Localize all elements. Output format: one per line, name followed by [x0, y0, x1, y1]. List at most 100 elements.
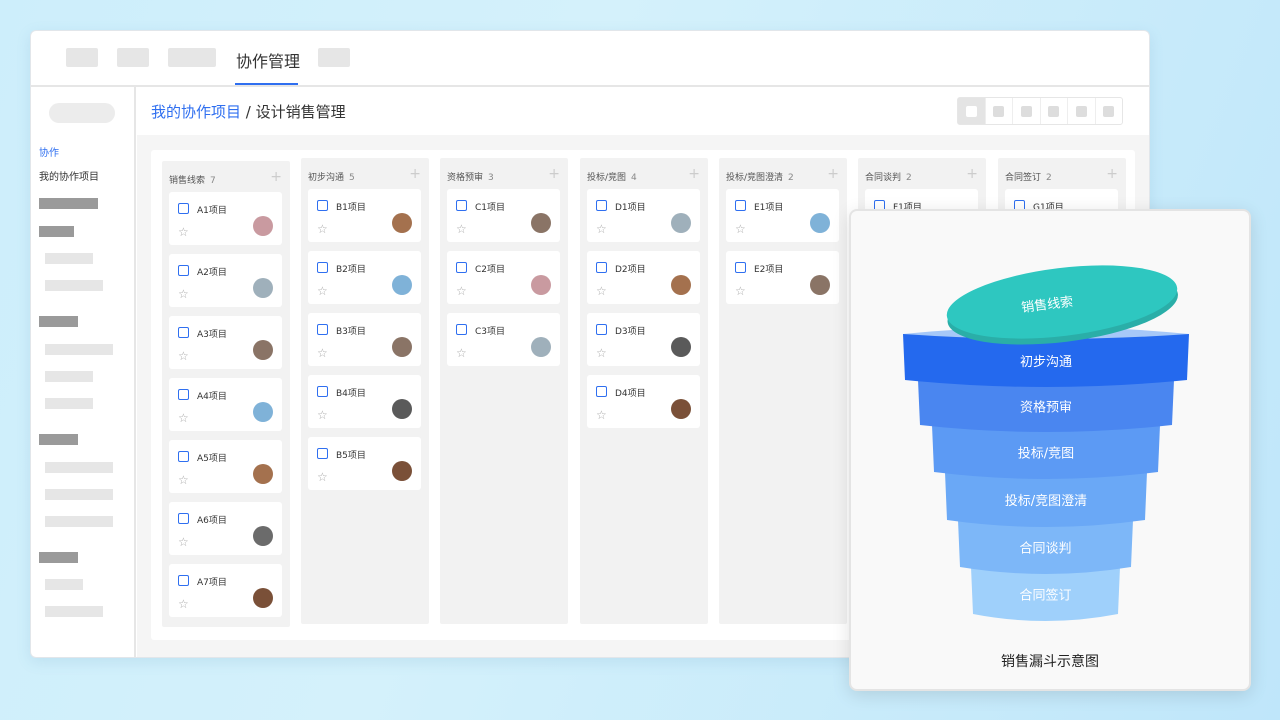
checkbox[interactable] — [178, 451, 189, 462]
view-button[interactable] — [1067, 98, 1095, 124]
star-icon[interactable]: ☆ — [456, 347, 467, 359]
breadcrumb-parent-link[interactable]: 我的协作项目 — [151, 103, 241, 121]
checkbox[interactable] — [317, 262, 328, 273]
star-icon[interactable]: ☆ — [178, 536, 189, 548]
sidebar-item-placeholder[interactable] — [45, 462, 113, 473]
add-card-icon[interactable]: + — [409, 166, 421, 182]
sidebar-group-placeholder[interactable] — [39, 198, 98, 209]
view-button[interactable] — [1012, 98, 1040, 124]
sidebar-section-collab[interactable]: 协作 — [39, 144, 59, 159]
nav-tab-collaboration[interactable]: 协作管理 — [235, 48, 301, 72]
project-card[interactable]: E1项目 ☆ — [726, 189, 839, 242]
star-icon[interactable]: ☆ — [735, 285, 746, 297]
checkbox[interactable] — [596, 324, 607, 335]
checkbox[interactable] — [178, 513, 189, 524]
project-card[interactable]: B1项目 ☆ — [308, 189, 421, 242]
sidebar-group-placeholder[interactable] — [39, 434, 78, 445]
checkbox[interactable] — [596, 386, 607, 397]
project-card[interactable]: C1项目 ☆ — [447, 189, 560, 242]
add-card-icon[interactable]: + — [827, 166, 839, 182]
checkbox[interactable] — [456, 200, 467, 211]
sidebar-item-placeholder[interactable] — [45, 489, 113, 500]
project-card[interactable]: B2项目 ☆ — [308, 251, 421, 304]
project-card[interactable]: A7项目 ☆ — [169, 564, 282, 617]
project-card[interactable]: A3项目 ☆ — [169, 316, 282, 369]
checkbox[interactable] — [317, 448, 328, 459]
project-card[interactable]: B3项目 ☆ — [308, 313, 421, 366]
star-icon[interactable]: ☆ — [178, 226, 189, 238]
star-icon[interactable]: ☆ — [317, 223, 328, 235]
view-button[interactable] — [958, 98, 985, 124]
sidebar-group-placeholder[interactable] — [39, 552, 78, 563]
add-card-icon[interactable]: + — [548, 166, 560, 182]
star-icon[interactable]: ☆ — [178, 288, 189, 300]
sidebar-search[interactable] — [49, 103, 115, 123]
project-card[interactable]: D4项目 ☆ — [587, 375, 700, 428]
project-card[interactable]: E2项目 ☆ — [726, 251, 839, 304]
project-card[interactable]: A5项目 ☆ — [169, 440, 282, 493]
checkbox[interactable] — [456, 324, 467, 335]
checkbox[interactable] — [178, 203, 189, 214]
view-button[interactable] — [1039, 98, 1068, 124]
view-button[interactable] — [1094, 98, 1123, 124]
checkbox[interactable] — [735, 200, 746, 211]
sidebar-item-placeholder[interactable] — [45, 398, 93, 409]
checkbox[interactable] — [317, 386, 328, 397]
nav-tab-placeholder[interactable] — [318, 48, 350, 67]
checkbox[interactable] — [596, 200, 607, 211]
checkbox[interactable] — [178, 389, 189, 400]
sidebar-group-placeholder[interactable] — [39, 226, 74, 237]
checkbox[interactable] — [178, 327, 189, 338]
sidebar-item-my-projects[interactable]: 我的协作项目 — [39, 168, 99, 183]
sidebar-item-placeholder[interactable] — [45, 579, 83, 590]
star-icon[interactable]: ☆ — [596, 223, 607, 235]
checkbox[interactable] — [317, 324, 328, 335]
add-card-icon[interactable]: + — [1106, 166, 1118, 182]
star-icon[interactable]: ☆ — [178, 474, 189, 486]
star-icon[interactable]: ☆ — [317, 347, 328, 359]
project-card[interactable]: C3项目 ☆ — [447, 313, 560, 366]
nav-tab-placeholder[interactable] — [66, 48, 98, 67]
star-icon[interactable]: ☆ — [317, 471, 328, 483]
project-card[interactable]: A4项目 ☆ — [169, 378, 282, 431]
project-card[interactable]: D1项目 ☆ — [587, 189, 700, 242]
checkbox[interactable] — [456, 262, 467, 273]
sidebar-item-placeholder[interactable] — [45, 516, 113, 527]
project-card[interactable]: C2项目 ☆ — [447, 251, 560, 304]
star-icon[interactable]: ☆ — [178, 598, 189, 610]
view-button[interactable] — [984, 98, 1013, 124]
sidebar-item-placeholder[interactable] — [45, 344, 113, 355]
checkbox[interactable] — [178, 575, 189, 586]
project-card[interactable]: A2项目 ☆ — [169, 254, 282, 307]
project-card[interactable]: D2项目 ☆ — [587, 251, 700, 304]
project-card[interactable]: B5项目 ☆ — [308, 437, 421, 490]
checkbox[interactable] — [596, 262, 607, 273]
project-card[interactable]: B4项目 ☆ — [308, 375, 421, 428]
checkbox[interactable] — [735, 262, 746, 273]
star-icon[interactable]: ☆ — [317, 409, 328, 421]
nav-tab-placeholder[interactable] — [117, 48, 149, 67]
sidebar-group-placeholder[interactable] — [39, 316, 78, 327]
add-card-icon[interactable]: + — [688, 166, 700, 182]
sidebar-item-placeholder[interactable] — [45, 280, 103, 291]
star-icon[interactable]: ☆ — [456, 223, 467, 235]
star-icon[interactable]: ☆ — [317, 285, 328, 297]
checkbox[interactable] — [178, 265, 189, 276]
star-icon[interactable]: ☆ — [596, 409, 607, 421]
star-icon[interactable]: ☆ — [596, 347, 607, 359]
star-icon[interactable]: ☆ — [596, 285, 607, 297]
add-card-icon[interactable]: + — [966, 166, 978, 182]
project-card[interactable]: A6项目 ☆ — [169, 502, 282, 555]
project-card[interactable]: A1项目 ☆ — [169, 192, 282, 245]
project-card[interactable]: D3项目 ☆ — [587, 313, 700, 366]
checkbox[interactable] — [317, 200, 328, 211]
nav-tab-placeholder[interactable] — [168, 48, 216, 67]
star-icon[interactable]: ☆ — [456, 285, 467, 297]
sidebar-item-placeholder[interactable] — [45, 606, 103, 617]
star-icon[interactable]: ☆ — [735, 223, 746, 235]
sidebar-item-placeholder[interactable] — [45, 253, 93, 264]
star-icon[interactable]: ☆ — [178, 350, 189, 362]
sidebar-item-placeholder[interactable] — [45, 371, 93, 382]
star-icon[interactable]: ☆ — [178, 412, 189, 424]
add-card-icon[interactable]: + — [270, 169, 282, 185]
